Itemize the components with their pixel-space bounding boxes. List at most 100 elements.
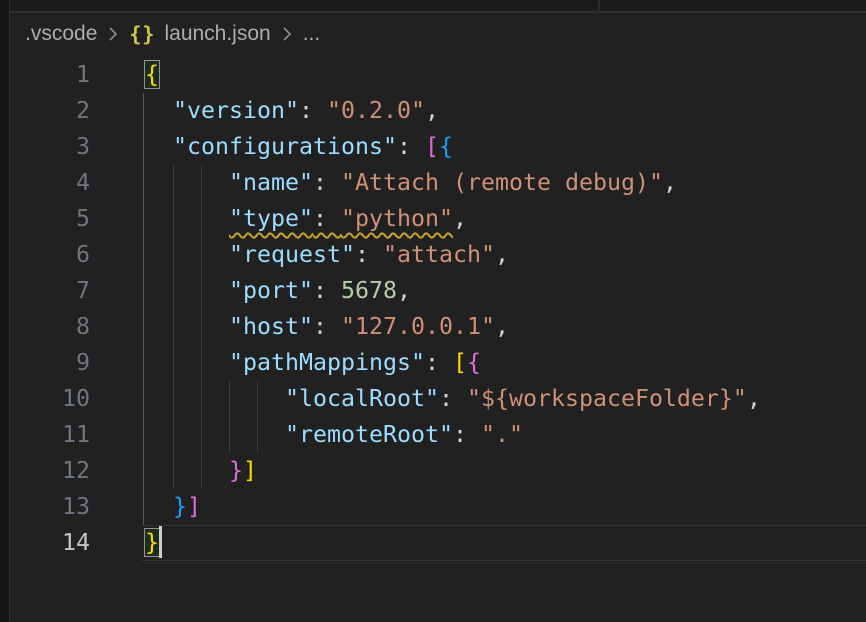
code-token — [145, 385, 285, 412]
breadcrumb-symbol-ellipsis[interactable]: ... — [303, 22, 321, 46]
code-line-content[interactable]: { — [90, 57, 159, 93]
code-token: "Attach (remote debug)" — [341, 169, 663, 196]
code-line[interactable]: 5 "type": "python", — [10, 201, 866, 237]
code-line-content[interactable]: "configurations": [{ — [90, 129, 453, 165]
line-number[interactable]: 2 — [10, 93, 90, 129]
json-file-icon: {} — [129, 22, 155, 46]
code-token: "pathMappings" — [229, 349, 425, 376]
code-token: , — [397, 277, 411, 304]
code-token: "127.0.0.1" — [341, 313, 495, 340]
code-line[interactable]: 1{ — [10, 57, 866, 93]
code-token — [145, 421, 285, 448]
line-number[interactable]: 4 — [10, 165, 90, 201]
line-number[interactable]: 14 — [10, 525, 90, 561]
indent-guide — [143, 93, 144, 525]
code-line-content[interactable]: "localRoot": "${workspaceFolder}", — [90, 381, 761, 417]
code-token: : — [299, 97, 327, 124]
code-line-content[interactable]: "pathMappings": [{ — [90, 345, 481, 381]
tab-bar-strip — [10, 0, 866, 13]
code-token: "localRoot" — [285, 385, 439, 412]
line-number[interactable]: 10 — [10, 381, 90, 417]
code-token: { — [439, 133, 453, 160]
code-line-content[interactable]: "request": "attach", — [90, 237, 509, 273]
code-token: ] — [187, 493, 201, 520]
code-token: "attach" — [383, 241, 495, 268]
line-number[interactable]: 11 — [10, 417, 90, 453]
code-token: "0.2.0" — [327, 97, 425, 124]
code-token: : — [313, 277, 341, 304]
code-lines: 1{2 "version": "0.2.0",3 "configurations… — [10, 57, 866, 561]
code-token — [145, 457, 229, 484]
code-token: , — [425, 97, 439, 124]
code-token: "name" — [229, 169, 313, 196]
code-token: : — [397, 133, 425, 160]
line-number[interactable]: 8 — [10, 309, 90, 345]
code-token: : — [453, 421, 481, 448]
code-token: : — [313, 169, 341, 196]
code-line[interactable]: 2 "version": "0.2.0", — [10, 93, 866, 129]
code-token: , — [495, 241, 509, 268]
line-number[interactable]: 7 — [10, 273, 90, 309]
code-line-content[interactable]: "port": 5678, — [90, 273, 411, 309]
breadcrumb-file[interactable]: launch.json — [164, 22, 270, 46]
bracket-match: } — [145, 529, 159, 556]
breadcrumb: .vscode {} launch.json ... — [10, 14, 866, 54]
code-token — [145, 169, 229, 196]
code-line[interactable]: 11 "remoteRoot": "." — [10, 417, 866, 453]
code-token: "${workspaceFolder}" — [467, 385, 747, 412]
tab-divider — [598, 0, 600, 11]
code-line[interactable]: 7 "port": 5678, — [10, 273, 866, 309]
text-cursor — [159, 526, 162, 558]
code-token: "host" — [229, 313, 313, 340]
code-token: , — [453, 205, 467, 232]
code-line-content[interactable]: }] — [90, 489, 201, 525]
code-line-content[interactable]: "host": "127.0.0.1", — [90, 309, 509, 345]
code-token: 5678 — [341, 277, 397, 304]
indent-guide — [257, 381, 258, 453]
code-line[interactable]: 9 "pathMappings": [{ — [10, 345, 866, 381]
window-left-edge — [0, 0, 10, 622]
code-token — [145, 277, 229, 304]
code-line[interactable]: 4 "name": "Attach (remote debug)", — [10, 165, 866, 201]
code-line[interactable]: 14} — [10, 525, 866, 561]
code-line[interactable]: 13 }] — [10, 489, 866, 525]
code-token: "." — [481, 421, 523, 448]
code-token: , — [663, 169, 677, 196]
code-token — [145, 133, 173, 160]
code-line-content[interactable]: "type": "python", — [90, 201, 467, 237]
code-token: : — [355, 241, 383, 268]
code-token — [145, 349, 229, 376]
line-number[interactable]: 12 — [10, 453, 90, 489]
code-line[interactable]: 6 "request": "attach", — [10, 237, 866, 273]
code-line[interactable]: 12 }] — [10, 453, 866, 489]
code-token: : — [425, 349, 453, 376]
line-number[interactable]: 6 — [10, 237, 90, 273]
code-token: "version" — [173, 97, 299, 124]
code-token: "type" — [229, 205, 313, 232]
code-token: "request" — [229, 241, 355, 268]
code-line-content[interactable]: "remoteRoot": "." — [90, 417, 523, 453]
code-token: : — [313, 205, 341, 232]
code-line[interactable]: 10 "localRoot": "${workspaceFolder}", — [10, 381, 866, 417]
code-line-content[interactable]: } — [90, 525, 159, 561]
line-number[interactable]: 13 — [10, 489, 90, 525]
code-token: } — [173, 493, 187, 520]
bracket-match: { — [145, 61, 159, 88]
code-token — [145, 205, 229, 232]
code-token: : — [439, 385, 467, 412]
line-number[interactable]: 1 — [10, 57, 90, 93]
code-token: "port" — [229, 277, 313, 304]
line-number[interactable]: 3 — [10, 129, 90, 165]
indent-guide — [201, 165, 202, 489]
line-number[interactable]: 9 — [10, 345, 90, 381]
code-line[interactable]: 3 "configurations": [{ — [10, 129, 866, 165]
code-line-content[interactable]: "name": "Attach (remote debug)", — [90, 165, 677, 201]
breadcrumb-folder[interactable]: .vscode — [25, 22, 97, 46]
code-token — [145, 241, 229, 268]
code-token — [145, 97, 173, 124]
line-number[interactable]: 5 — [10, 201, 90, 237]
code-token: ] — [243, 457, 257, 484]
code-token: "python" — [341, 205, 453, 232]
code-editor[interactable]: 1{2 "version": "0.2.0",3 "configurations… — [10, 57, 866, 622]
code-line[interactable]: 8 "host": "127.0.0.1", — [10, 309, 866, 345]
